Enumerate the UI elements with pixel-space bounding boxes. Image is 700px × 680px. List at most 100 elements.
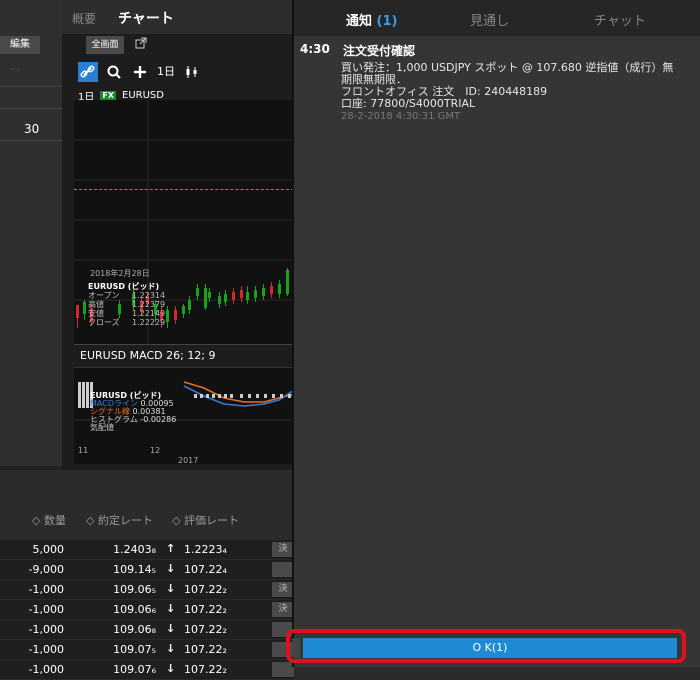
candle-body xyxy=(246,292,249,300)
candle-body xyxy=(262,288,265,296)
arrow-down-icon: ↓ xyxy=(166,642,176,655)
ohlc-title: EURUSD (ビッド) xyxy=(88,282,160,291)
position-eval: 1.2223₄ xyxy=(184,543,227,556)
tab-notifications-label: 通知 xyxy=(346,14,373,29)
position-qty: -1,000 xyxy=(28,643,64,656)
position-eval: 107.22₂ xyxy=(184,583,227,596)
candle-body xyxy=(204,288,207,308)
plus-icon[interactable] xyxy=(130,62,150,82)
histogram-bar xyxy=(218,394,221,398)
histogram-bar xyxy=(224,394,227,398)
column-header-eval[interactable]: ◇ 評価レート xyxy=(172,512,239,528)
divider xyxy=(0,86,62,87)
arrow-up-icon: ↑ xyxy=(166,542,176,555)
edit-button[interactable]: 編集 xyxy=(0,36,40,54)
position-rate: 1.2403₈ xyxy=(113,543,156,556)
settle-button[interactable]: 決 xyxy=(272,582,294,597)
settle-button[interactable]: 決 xyxy=(272,602,294,617)
candle-body xyxy=(182,306,185,314)
tab-notifications[interactable]: 通知 (1) xyxy=(346,10,397,29)
notification-line: 口座: 77800/S4000TRIAL xyxy=(341,97,476,110)
position-eval: 107.22₂ xyxy=(184,663,227,676)
candle-body xyxy=(240,290,243,298)
ohlc-label: 高値 xyxy=(88,300,104,309)
column-header-qty[interactable]: ◇ 数量 xyxy=(32,512,66,528)
candlestick-icon[interactable] xyxy=(182,62,202,82)
candle-body xyxy=(270,286,273,294)
histogram-bar xyxy=(212,394,215,398)
position-eval: 107.22₂ xyxy=(184,643,227,656)
position-eval: 107.22₂ xyxy=(184,623,227,636)
candle-body xyxy=(83,302,86,314)
histogram-bar xyxy=(264,394,267,398)
ohlc-value: 1.22379 xyxy=(132,300,166,309)
macd-legend: EURUSD (ビッド) MACDライン 0.00095 シグナル線 0.003… xyxy=(90,392,176,432)
arrow-down-icon: ↓ xyxy=(166,602,176,615)
table-row[interactable]: -1,000 109.07₅ ↓ 107.22₂ xyxy=(0,640,294,660)
tick-label: 12 xyxy=(150,446,161,455)
histogram-bar xyxy=(86,382,89,408)
price-line xyxy=(74,189,294,190)
position-rate: 109.07₅ xyxy=(113,643,156,656)
link-icon[interactable] xyxy=(78,62,98,82)
chart-toolbar: 1日 xyxy=(78,62,202,82)
tab-chart[interactable]: チャート xyxy=(118,8,174,28)
histogram-bar xyxy=(200,394,203,398)
search-icon[interactable] xyxy=(104,62,124,82)
histogram-value: -0.00286 xyxy=(140,415,177,424)
table-row[interactable]: -1,000 109.07₆ ↓ 107.22₂ xyxy=(0,660,294,680)
arrow-down-icon: ↓ xyxy=(166,562,176,575)
table-row[interactable]: -1,000 109.06₈ ↓ 107.22₂ xyxy=(0,620,294,640)
candle-body xyxy=(224,294,227,302)
divider xyxy=(0,140,62,141)
position-qty: -1,000 xyxy=(28,623,64,636)
external-link-icon[interactable] xyxy=(130,36,152,54)
position-qty: -1,000 xyxy=(28,583,64,596)
ohlc-value: 1.22314 xyxy=(132,291,166,300)
ohlc-label: クローズ xyxy=(88,318,120,327)
candle-body xyxy=(196,288,199,296)
year-label: 2017 xyxy=(178,456,199,465)
divider xyxy=(0,108,62,109)
notification-time: 4:30 xyxy=(300,42,330,56)
settle-button[interactable] xyxy=(272,562,294,577)
arrow-down-icon: ↓ xyxy=(166,582,176,595)
candle-body xyxy=(166,310,169,322)
tick-label: 11 xyxy=(78,446,89,455)
histogram-bar xyxy=(288,394,291,398)
histogram-bar xyxy=(194,394,197,398)
position-rate: 109.06₆ xyxy=(113,603,156,616)
ohlc-value: 1.22229 xyxy=(132,318,166,327)
position-rate: 109.07₆ xyxy=(113,663,156,676)
position-eval: 107.22₄ xyxy=(184,563,227,576)
histogram-bar xyxy=(240,394,243,398)
settle-button[interactable]: 決 xyxy=(272,542,294,557)
position-rate: 109.14₅ xyxy=(113,563,156,576)
histogram-bar xyxy=(256,394,259,398)
histogram-bar xyxy=(82,382,85,408)
notification-title: 注文受付確認 xyxy=(343,44,416,58)
position-rate: 109.06₈ xyxy=(113,623,156,636)
notification-count: (1) xyxy=(376,14,398,29)
histogram-bar xyxy=(280,394,283,398)
tab-chat[interactable]: チャット xyxy=(594,10,646,29)
positions-header xyxy=(0,478,294,506)
candle-body xyxy=(218,296,221,304)
candle-body xyxy=(278,284,281,294)
candle-body xyxy=(188,300,191,310)
settle-button[interactable] xyxy=(272,662,294,677)
tab-overview[interactable]: 概要 xyxy=(72,10,96,27)
divider xyxy=(0,530,294,540)
fullscreen-button[interactable]: 全画面 xyxy=(86,36,124,54)
fx-badge: FX xyxy=(100,91,117,100)
ohlc-value: 1.22149 xyxy=(132,309,166,318)
table-row[interactable]: -1,000 109.06₆ ↓ 107.22₂ 決 xyxy=(0,600,294,620)
table-row[interactable]: -1,000 109.06₅ ↓ 107.22₂ 決 xyxy=(0,580,294,600)
histogram-bar xyxy=(248,394,251,398)
table-row[interactable]: 5,000 1.2403₈ ↑ 1.2223₄ 決 xyxy=(0,540,294,560)
table-row[interactable]: -9,000 109.14₅ ↓ 107.22₄ xyxy=(0,560,294,580)
column-header-rate[interactable]: ◇ 約定レート xyxy=(86,512,153,528)
timeframe-button[interactable]: 1日 xyxy=(156,62,176,82)
histogram-bar xyxy=(272,394,275,398)
tab-outlook[interactable]: 見通し xyxy=(470,10,509,29)
